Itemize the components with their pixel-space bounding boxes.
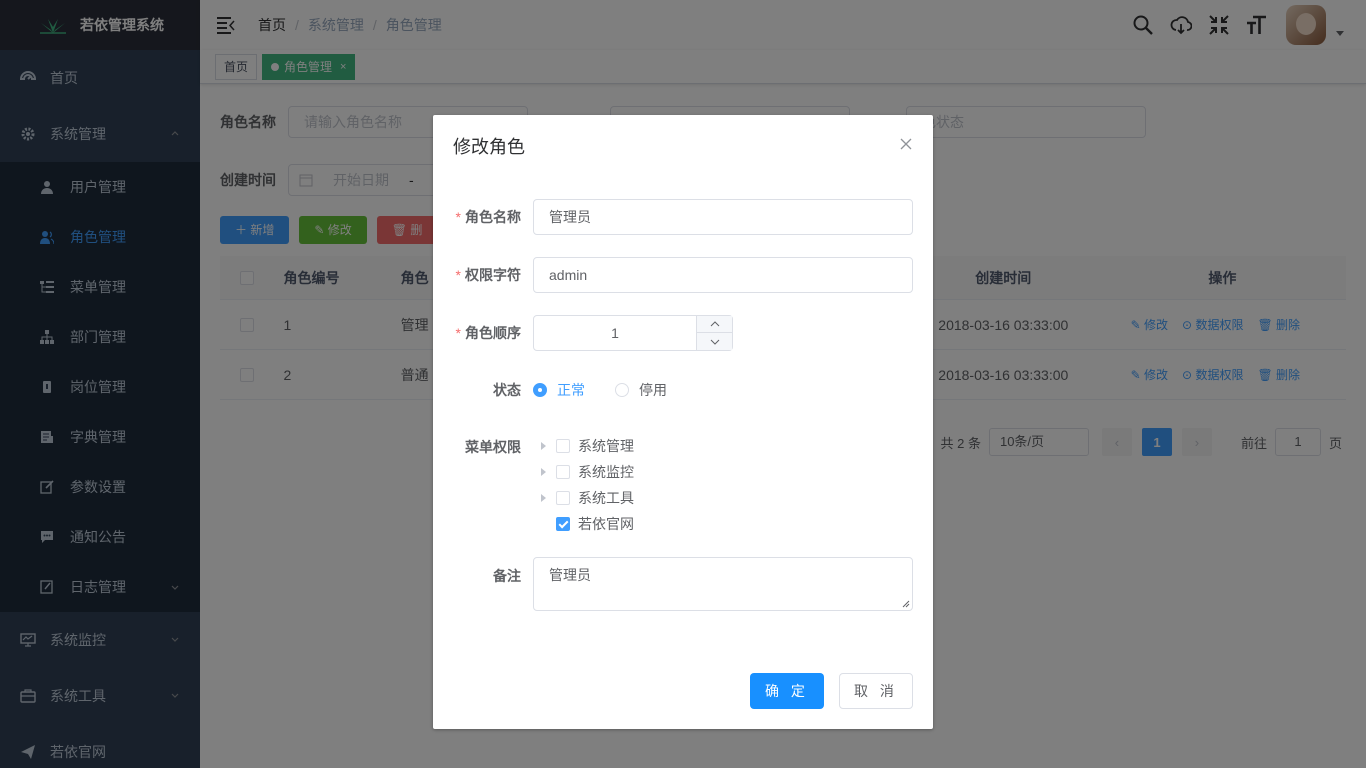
tree-node[interactable]: 若依官网	[541, 511, 634, 537]
caret-right-icon[interactable]	[541, 494, 546, 502]
chevron-down-icon	[710, 339, 719, 345]
role-name-label: * 角色名称	[453, 207, 533, 227]
increase-button[interactable]	[697, 316, 732, 333]
tree-node[interactable]: 系统管理	[541, 433, 634, 459]
tree-checkbox[interactable]	[556, 439, 570, 453]
caret-right-icon[interactable]	[541, 468, 546, 476]
radio-label: 正常	[557, 382, 585, 398]
required-mark: *	[455, 267, 461, 283]
resize-grip-icon[interactable]	[902, 600, 910, 608]
tree-checkbox[interactable]	[556, 491, 570, 505]
menu-tree: 系统管理 系统监控 系统工具 若依官网	[541, 433, 634, 537]
sort-label-text: 角色顺序	[465, 325, 521, 341]
tree-node-label: 系统监控	[578, 464, 634, 480]
menu-perm-row: 菜单权限	[453, 437, 533, 457]
remark-row: 备注 管理员	[453, 557, 913, 611]
status-label: 状态	[493, 382, 521, 398]
edit-role-dialog: 修改角色 * 角色名称 管理员 * 权限字符 admin * 角色顺序 1 状态 正常…	[433, 115, 933, 729]
tree-node-label: 系统管理	[578, 438, 634, 454]
remark-value: 管理员	[549, 567, 591, 583]
tree-checkbox-checked[interactable]	[556, 517, 570, 531]
radio-indicator	[533, 383, 547, 397]
perm-key-row: * 权限字符 admin	[453, 257, 913, 293]
status-row: 状态 正常 停用	[453, 377, 697, 403]
caret-right-icon[interactable]	[541, 442, 546, 450]
role-name-row: * 角色名称 管理员	[453, 199, 913, 235]
tree-node-label: 系统工具	[578, 490, 634, 506]
status-disabled-radio[interactable]: 停用	[615, 380, 667, 400]
radio-label: 停用	[639, 382, 667, 398]
sort-label: * 角色顺序	[453, 323, 533, 343]
tree-node[interactable]: 系统工具	[541, 485, 634, 511]
status-normal-radio[interactable]: 正常	[533, 380, 585, 400]
perm-key-label: * 权限字符	[453, 265, 533, 285]
close-icon[interactable]	[899, 137, 913, 151]
dialog-title: 修改角色	[453, 137, 525, 157]
perm-key-label-text: 权限字符	[465, 267, 521, 283]
stepper-controls	[696, 316, 732, 350]
remark-textarea[interactable]: 管理员	[533, 557, 913, 611]
remark-label: 备注	[493, 568, 521, 584]
cancel-button[interactable]: 取 消	[839, 673, 913, 709]
role-name-label-text: 角色名称	[465, 209, 521, 225]
required-mark: *	[455, 325, 461, 341]
decrease-button[interactable]	[697, 333, 732, 350]
menu-perm-label: 菜单权限	[465, 439, 521, 455]
required-mark: *	[455, 209, 461, 225]
sort-value[interactable]: 1	[534, 316, 696, 350]
sort-row: * 角色顺序 1	[453, 315, 733, 351]
confirm-button[interactable]: 确 定	[750, 673, 824, 709]
role-name-input[interactable]: 管理员	[533, 199, 913, 235]
radio-indicator	[615, 383, 629, 397]
tree-node[interactable]: 系统监控	[541, 459, 634, 485]
tree-node-label: 若依官网	[578, 516, 634, 532]
sort-stepper[interactable]: 1	[533, 315, 733, 351]
chevron-up-icon	[710, 321, 719, 327]
tree-checkbox[interactable]	[556, 465, 570, 479]
perm-key-input[interactable]: admin	[533, 257, 913, 293]
